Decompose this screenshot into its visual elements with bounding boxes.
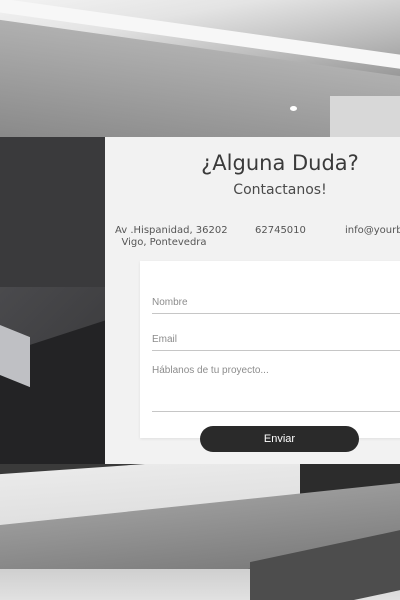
ceiling-light-icon (290, 106, 297, 111)
contact-card: ¿Alguna Duda? Contactanos! Av .Hispanida… (105, 137, 400, 464)
address-line-1: Av .Hispanidad, 36202 (115, 225, 228, 236)
contact-phone: 62745010 (255, 225, 306, 236)
wall-section (330, 96, 400, 137)
contact-email: info@yourbe (345, 225, 400, 236)
email-input[interactable] (152, 328, 400, 351)
contact-form (140, 261, 400, 438)
background-photo-top (0, 0, 400, 137)
address-line-2: Vigo, Pontevedra (121, 237, 207, 248)
contact-title: ¿Alguna Duda? (201, 151, 359, 175)
send-button[interactable]: Enviar (200, 426, 359, 452)
decorative-side-panel (0, 137, 105, 464)
contact-address: Av .Hispanidad, 36202 Vigo, Pontevedra (115, 225, 228, 249)
background-photo-bottom (0, 464, 400, 600)
name-input[interactable] (152, 291, 400, 314)
message-textarea[interactable] (152, 365, 400, 412)
contact-subtitle: Contactanos! (233, 182, 327, 198)
